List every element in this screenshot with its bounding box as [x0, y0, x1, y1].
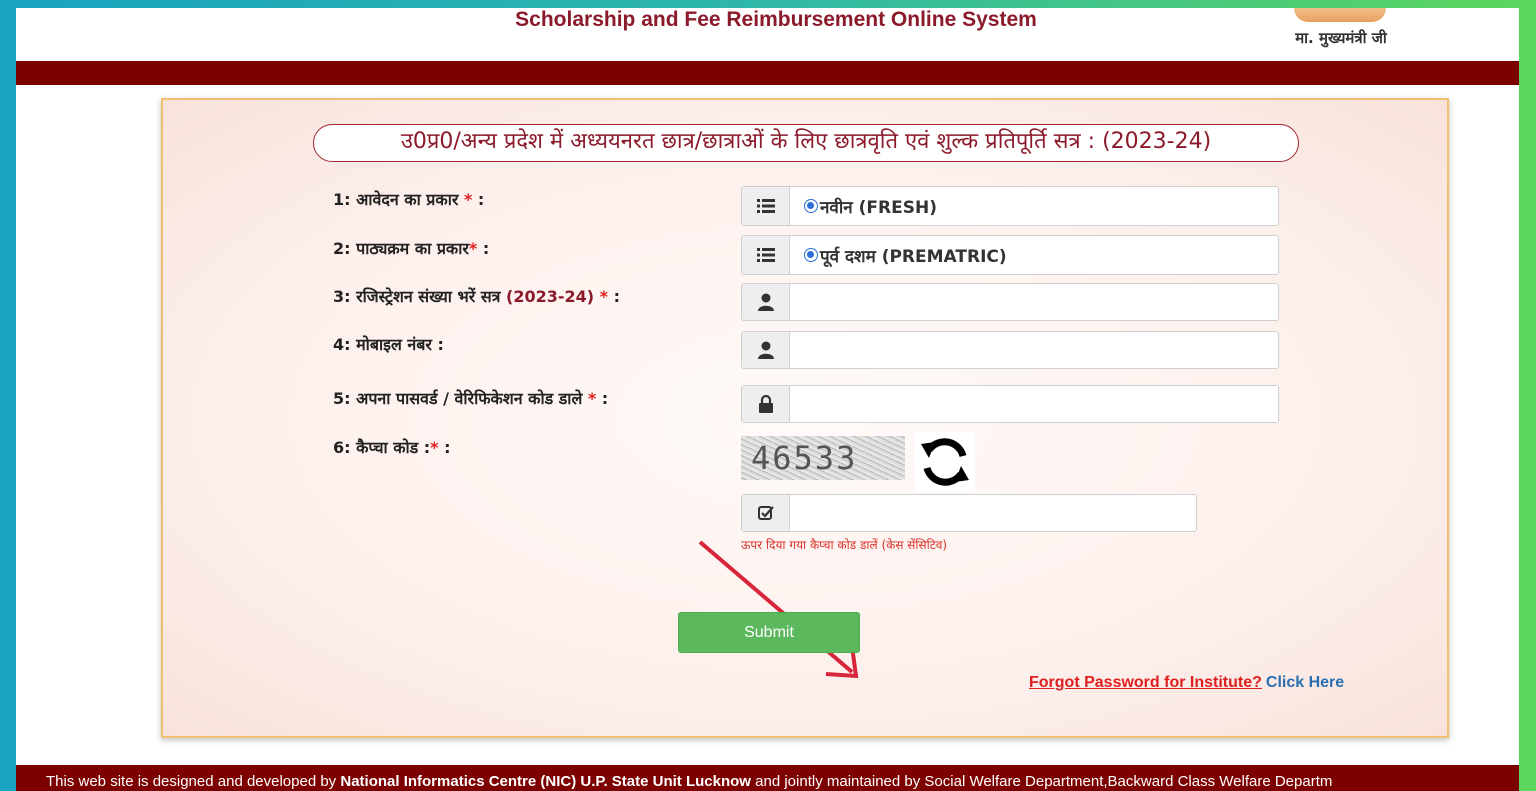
label-colon: :: [438, 438, 451, 457]
label-colon: :: [608, 287, 620, 306]
forgot-password-row: Forgot Password for Institute? Click Here: [1029, 674, 1344, 692]
password-label-text: 5: अपना पासवर्ड / वेरिफिकेशन कोड डाले: [333, 389, 583, 408]
mobile-number-input[interactable]: [796, 332, 1278, 368]
application-type-label: 1: आवेदन का प्रकार * :: [333, 188, 484, 210]
submit-button[interactable]: Submit: [678, 612, 860, 653]
password-label: 5: अपना पासवर्ड / वेरिफिकेशन कोड डाले * …: [333, 387, 608, 409]
session-text: (2023-24): [506, 287, 595, 306]
mobile-number-field: [741, 331, 1279, 369]
course-type-label-text: 2: पाठ्यक्रम का प्रकार: [333, 239, 469, 258]
check-square-icon: [742, 495, 790, 531]
user-icon: [742, 332, 790, 368]
page-frame: Scholarship and Fee Reimbursement Online…: [16, 8, 1519, 791]
refresh-captcha-button[interactable]: [915, 432, 975, 492]
click-here-link[interactable]: Click Here: [1266, 674, 1344, 691]
footer-text: This web site is designed and developed …: [46, 773, 1332, 790]
login-form-panel: उ0प्र0/अन्य प्रदेश में अध्ययनरत छात्र/छा…: [161, 98, 1449, 738]
label-colon: :: [472, 190, 485, 209]
captcha-label-text: 6: कैप्चा कोड :: [333, 438, 431, 457]
captcha-label: 6: कैप्चा कोड :* :: [333, 436, 451, 458]
header-band: [16, 61, 1519, 85]
captcha-code: 46533: [751, 439, 858, 477]
prematric-radio-label[interactable]: पूर्व दशम (PREMATRIC): [820, 244, 1007, 267]
captcha-hint: ऊपर दिया गया कैप्चा कोड डालें (केस सेंसि…: [741, 538, 948, 552]
footer-text-part2: and jointly maintained by Social Welfare…: [750, 773, 1333, 790]
prematric-radio[interactable]: [804, 248, 818, 262]
footer-nic-credit: National Informatics Centre (NIC) U.P. S…: [340, 773, 751, 790]
password-field: [741, 385, 1279, 423]
fresh-radio[interactable]: [804, 199, 818, 213]
course-type-field: पूर्व दशम (PREMATRIC): [741, 235, 1279, 275]
application-type-field: नवीन (FRESH): [741, 186, 1279, 226]
required-marker: *: [582, 389, 597, 408]
refresh-icon[interactable]: [917, 434, 973, 490]
footer-band: This web site is designed and developed …: [16, 765, 1519, 791]
registration-number-field: [741, 283, 1279, 321]
annotation-arrow: [698, 540, 859, 679]
registration-number-label: 3: रजिस्ट्रेशन संख्या भरें सत्र (2023-24…: [333, 285, 620, 307]
registration-number-label-text: 3: रजिस्ट्रेशन संख्या भरें सत्र: [333, 287, 507, 306]
application-type-label-text: 1: आवेदन का प्रकार: [333, 190, 459, 209]
chief-minister-label: मा. मुख्यमंत्री जी: [1295, 29, 1387, 47]
site-title: Scholarship and Fee Reimbursement Online…: [515, 8, 1037, 31]
label-colon: :: [596, 389, 609, 408]
registration-number-input[interactable]: [796, 284, 1278, 320]
fresh-radio-label[interactable]: नवीन (FRESH): [820, 195, 937, 218]
list-icon: [742, 187, 790, 225]
course-type-label: 2: पाठ्यक्रम का प्रकार* :: [333, 237, 489, 259]
form-heading: उ0प्र0/अन्य प्रदेश में अध्ययनरत छात्र/छा…: [313, 124, 1299, 162]
user-icon: [742, 284, 790, 320]
label-colon: :: [477, 239, 490, 258]
lock-icon: [742, 386, 790, 422]
captcha-image: 46533: [741, 436, 905, 480]
required-marker: *: [594, 287, 609, 306]
captcha-field: [741, 494, 1197, 532]
password-input[interactable]: [796, 386, 1278, 422]
chief-minister-photo: [1294, 8, 1386, 22]
forgot-password-link[interactable]: Forgot Password for Institute?: [1029, 674, 1262, 691]
list-icon: [742, 236, 790, 274]
footer-text-part1: This web site is designed and developed …: [46, 773, 341, 790]
required-marker: *: [430, 438, 439, 457]
captcha-input[interactable]: [796, 495, 1196, 531]
mobile-number-label: 4: मोबाइल नंबर :: [333, 335, 444, 354]
